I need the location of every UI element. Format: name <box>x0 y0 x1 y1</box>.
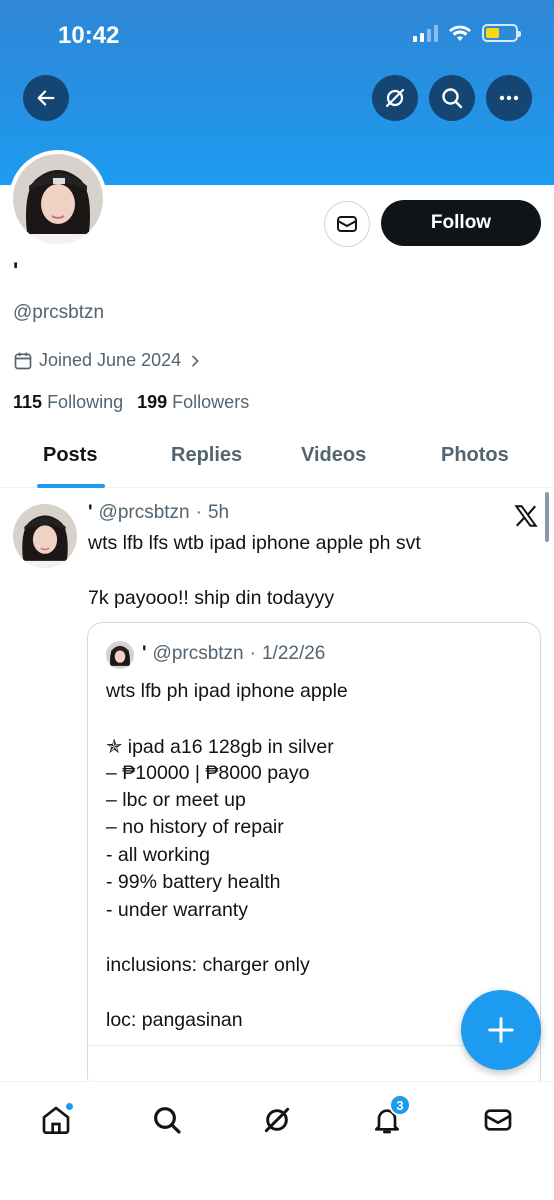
following-stat[interactable]: 115 Following <box>13 392 123 413</box>
grok-button[interactable] <box>372 75 418 121</box>
quote-text-line: ✯ ipad a16 128gb in silver <box>106 736 334 758</box>
avatar-image <box>106 641 134 669</box>
envelope-icon <box>337 216 357 232</box>
more-icon <box>499 95 519 101</box>
followers-label: Followers <box>172 392 250 412</box>
post-separator: · <box>195 502 202 523</box>
quote-text-line: wts lfb ph ipad iphone apple <box>106 680 348 702</box>
status-icons <box>413 24 521 42</box>
post-text-line: 7k payooo!! ship din todayyy <box>88 587 335 609</box>
profile-handle: @prcsbtzn <box>13 302 105 323</box>
post-author-handle[interactable]: @prcsbtzn <box>99 502 190 524</box>
nav-grok[interactable] <box>257 1100 297 1140</box>
x-logo-icon <box>514 505 538 527</box>
quote-text-line: inclusions: charger only <box>106 954 310 976</box>
grok-icon <box>264 1107 290 1133</box>
quote-text-line: - under warranty <box>106 899 248 921</box>
tab-posts[interactable]: Posts <box>43 444 97 467</box>
signal-icon <box>413 24 438 42</box>
quote-text-line: – no history of repair <box>106 816 284 838</box>
avatar-image <box>13 504 77 568</box>
compose-button[interactable] <box>461 990 541 1070</box>
quote-date: 1/22/26 <box>261 643 326 664</box>
quote-text-line: - all working <box>106 844 211 866</box>
nav-messages[interactable] <box>478 1100 518 1140</box>
post-author-name[interactable]: ' <box>88 502 93 524</box>
status-time: 10:42 <box>58 22 120 49</box>
quote-avatar <box>106 641 134 669</box>
profile-avatar[interactable] <box>9 150 107 248</box>
quote-text-line: – ₱10000 | ₱8000 payo <box>106 762 310 784</box>
grok-icon <box>385 88 405 108</box>
battery-icon <box>482 24 521 42</box>
active-tab-indicator <box>37 484 105 488</box>
tab-photos[interactable]: Photos <box>441 444 509 467</box>
display-name: ' <box>13 258 19 283</box>
home-unread-dot <box>65 1102 74 1111</box>
wifi-icon <box>449 25 471 41</box>
profile-tabs: Posts Replies Videos Photos <box>0 430 554 488</box>
quote-author-name: ' <box>142 643 147 664</box>
message-button[interactable] <box>324 201 370 247</box>
quote-text-line: loc: pangasinan <box>106 1009 243 1031</box>
followers-count: 199 <box>137 392 168 412</box>
scrollbar[interactable] <box>545 492 549 542</box>
follow-stats: 115 Following 199 Followers <box>13 392 249 413</box>
quote-separator: · <box>249 643 256 664</box>
post-time: 5h <box>207 502 230 523</box>
nav-notifications[interactable]: 3 <box>367 1094 411 1140</box>
joined-label: Joined June 2024 <box>39 350 182 370</box>
back-button[interactable] <box>23 75 69 121</box>
plus-icon <box>488 1017 514 1043</box>
follow-button[interactable]: Follow <box>381 200 541 246</box>
messages-icon <box>484 1109 512 1131</box>
post-avatar[interactable] <box>13 504 77 568</box>
following-label: Following <box>47 392 124 412</box>
arrow-left-icon <box>37 90 55 106</box>
following-count: 115 <box>13 392 43 412</box>
search-button[interactable] <box>429 75 475 121</box>
joined-date[interactable]: Joined June 2024 <box>13 350 203 371</box>
notification-badge: 3 <box>389 1094 411 1116</box>
tab-replies[interactable]: Replies <box>171 444 242 467</box>
search-icon <box>154 1107 181 1134</box>
quote-text-line: – lbc or meet up <box>106 789 246 811</box>
tab-videos[interactable]: Videos <box>301 444 366 467</box>
nav-search[interactable] <box>147 1100 187 1140</box>
bottom-nav: 3 <box>0 1081 554 1200</box>
followers-stat[interactable]: 199 Followers <box>137 392 249 413</box>
nav-home[interactable] <box>36 1100 76 1140</box>
more-button[interactable] <box>486 75 532 121</box>
quote-author-handle: @prcsbtzn <box>152 643 244 664</box>
avatar-image <box>13 154 103 244</box>
calendar-icon <box>14 352 32 369</box>
post-header: ' @prcsbtzn · 5h <box>88 502 229 524</box>
quote-text-line: - 99% battery health <box>106 871 281 893</box>
search-icon <box>442 88 463 109</box>
post-text-line: wts lfb lfs wtb ipad iphone apple ph svt <box>88 532 421 554</box>
chevron-right-icon <box>192 355 199 366</box>
quote-header: ' @prcsbtzn · 1/22/26 <box>142 643 325 665</box>
